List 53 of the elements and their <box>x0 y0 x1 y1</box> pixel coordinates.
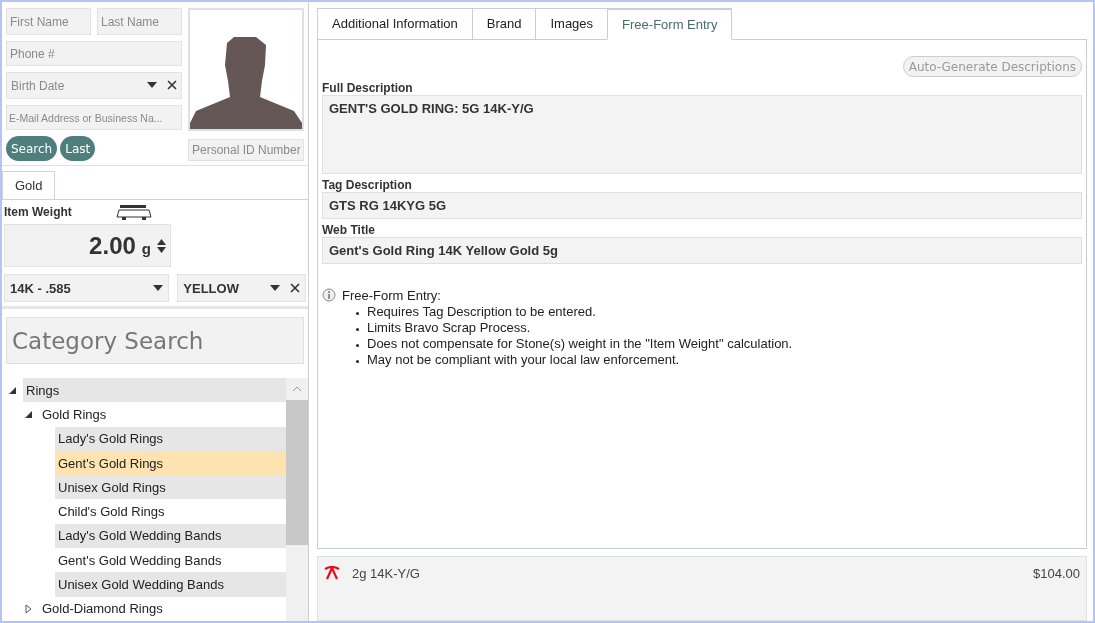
dropdown-caret-icon[interactable] <box>153 285 164 291</box>
last-name-field[interactable]: Last Name <box>97 8 182 35</box>
tree-item[interactable]: Rings <box>23 378 286 403</box>
tree-item[interactable]: Lady's Gold Rings <box>55 426 286 451</box>
dropdown-caret-icon[interactable] <box>270 285 280 291</box>
color-dropdown[interactable]: YELLOW <box>177 274 306 302</box>
phone-field[interactable]: Phone # <box>6 41 182 66</box>
spin-down-icon[interactable] <box>157 246 166 253</box>
personal-id-field[interactable]: Personal ID Number <box>188 139 304 161</box>
bullet-icon <box>356 312 359 315</box>
description-field[interactable]: GENT'S GOLD RING: 5G 14K-Y/G <box>322 95 1082 174</box>
scrollbar[interactable] <box>286 378 308 621</box>
pill-button[interactable]: Search <box>6 136 58 161</box>
karat-dropdown[interactable]: 14K - .585 <box>4 274 170 302</box>
tree-item[interactable]: Lady's Gold Wedding Bands <box>55 523 286 549</box>
field-label: Web Title <box>322 223 376 237</box>
field-label: Full Description <box>322 81 414 95</box>
field-label: Tag Description <box>322 178 413 192</box>
expanded-arrow-icon[interactable] <box>24 409 33 419</box>
expanded-arrow-icon[interactable] <box>8 385 17 395</box>
tab[interactable]: Free-Form Entry <box>607 8 733 40</box>
tree-item[interactable]: Gent's Gold Rings <box>55 450 286 476</box>
scale-icon[interactable] <box>115 204 152 220</box>
notice-text: Does not compensate for Stone(s) weight in the "Item Weight" calculation. <box>367 336 793 351</box>
email-field[interactable]: E-Mail Address or Business Na... <box>6 105 182 130</box>
notice-title: Free-Form Entry: <box>342 288 442 303</box>
description-field[interactable]: Gent's Gold Ring 14K Yellow Gold 5g <box>322 237 1082 264</box>
status-mark-icon <box>324 566 340 580</box>
dropdown-caret-icon[interactable] <box>147 82 157 88</box>
metal-tab[interactable]: Gold <box>2 171 56 200</box>
collapsed-arrow-icon[interactable] <box>24 603 33 614</box>
bullet-icon <box>356 328 359 331</box>
pill-button[interactable]: Last <box>60 136 96 161</box>
tree-item[interactable]: Unisex Gold Rings <box>55 475 286 500</box>
bullet-icon <box>356 360 359 363</box>
notice-text: Limits Bravo Scrap Process. <box>367 320 531 335</box>
info-icon <box>322 288 336 302</box>
first-name-field[interactable]: First Name <box>6 8 91 35</box>
category-search-field[interactable]: Category Search <box>6 317 304 364</box>
tree-item[interactable]: Unisex Gold Wedding Bands <box>55 572 286 597</box>
item-weight-label: Item Weight <box>4 205 72 219</box>
tab[interactable]: Additional Information <box>317 8 473 40</box>
bullet-icon <box>356 344 359 347</box>
notice-text: May not be compliant with your local law enforcement. <box>367 352 680 367</box>
birth-date-field[interactable]: Birth Date <box>6 72 182 99</box>
weight-field[interactable]: 2.00 g <box>4 224 171 267</box>
notice-text: Requires Tag Description to be entered. <box>367 304 596 319</box>
clear-icon[interactable] <box>290 283 300 293</box>
description-field[interactable]: GTS RG 14KYG 5G <box>322 192 1082 219</box>
spin-up-icon[interactable] <box>157 238 166 245</box>
summary-price: $104.00 <box>1033 566 1080 581</box>
summary-description: 2g 14K-Y/G <box>352 566 421 581</box>
clear-icon[interactable] <box>167 80 177 90</box>
